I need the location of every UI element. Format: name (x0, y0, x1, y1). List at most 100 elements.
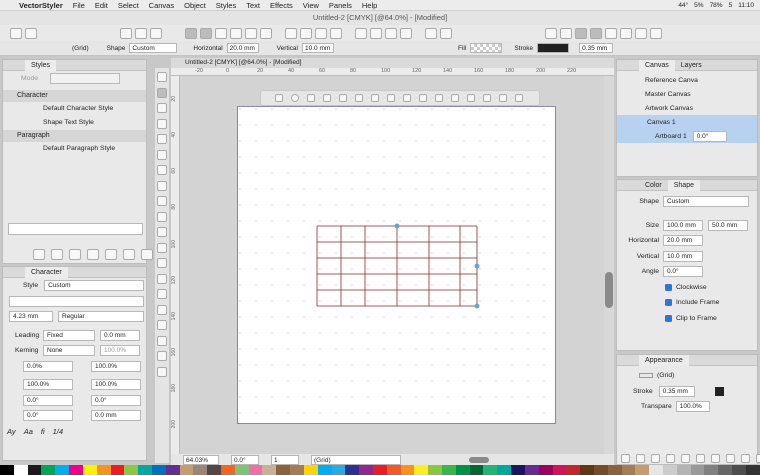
skew-input[interactable]: 0.0° (91, 394, 141, 406)
rotation-select[interactable]: 0.0° (231, 454, 259, 465)
color-swatch[interactable] (635, 465, 650, 475)
horizontal-input[interactable]: 20.0 mm (663, 235, 703, 247)
color-swatch[interactable] (317, 465, 332, 475)
color-swatch[interactable] (193, 465, 208, 475)
width-input[interactable]: 100.0 mm (663, 219, 703, 231)
menu-edit[interactable]: Edit (90, 1, 113, 10)
color-swatch[interactable] (497, 465, 512, 475)
color-swatch[interactable] (428, 465, 442, 475)
tool-button[interactable] (330, 27, 342, 39)
color-swatch[interactable] (359, 465, 373, 475)
style-action-button[interactable] (33, 249, 45, 260)
color-swatch[interactable] (566, 465, 581, 475)
color-swatch[interactable] (745, 465, 760, 475)
glyph-button[interactable]: Aa (24, 427, 33, 436)
style-action-button[interactable] (69, 249, 81, 260)
tool-button[interactable] (370, 27, 382, 39)
menu-styles[interactable]: Styles (211, 1, 241, 10)
cloud-shape-icon[interactable] (515, 94, 523, 102)
tool-button[interactable] (440, 27, 452, 39)
stroke-swatch[interactable] (537, 43, 570, 53)
style-action-button[interactable] (51, 249, 63, 260)
color-swatch[interactable] (221, 465, 235, 475)
vscale-input[interactable]: 100.0% (91, 360, 141, 372)
color-swatch[interactable] (593, 465, 608, 475)
font-size-input[interactable]: 4.23 mm (9, 311, 53, 323)
color-swatch[interactable] (649, 465, 663, 475)
node-tool-icon[interactable] (157, 87, 167, 98)
appearance-stroke-input[interactable]: 0.35 mm (658, 385, 695, 397)
color-swatch[interactable] (386, 465, 401, 475)
color-swatch[interactable] (290, 465, 304, 475)
canvas-tab[interactable]: Canvas (639, 59, 675, 71)
font-family-select[interactable] (9, 295, 144, 307)
vertical-input[interactable]: 10.0 mm (302, 43, 334, 53)
styles-search-input[interactable] (8, 223, 143, 235)
tool-button[interactable] (575, 27, 587, 39)
handle-right[interactable] (474, 263, 480, 269)
color-swatch[interactable] (262, 465, 277, 475)
fill-swatch[interactable] (470, 43, 503, 53)
layers-tab[interactable]: Layers (675, 60, 708, 71)
tool-button[interactable] (200, 27, 212, 39)
mode-select[interactable] (50, 73, 121, 85)
gradient-tool-icon[interactable] (157, 227, 167, 237)
color-swatch[interactable] (580, 465, 594, 475)
tool-button[interactable] (385, 27, 397, 39)
canvas-tree-row[interactable]: Artwork Canvas (617, 101, 757, 115)
color-swatch[interactable] (607, 465, 622, 475)
glyph-button[interactable]: fi (41, 427, 45, 436)
vscale2-input[interactable]: 100.0% (91, 379, 141, 391)
tool-button[interactable] (620, 27, 632, 39)
color-swatch[interactable] (690, 465, 705, 475)
color-swatch[interactable] (331, 465, 346, 475)
vertical-input[interactable]: 10.0 mm (663, 250, 703, 262)
color-swatch[interactable] (41, 465, 56, 475)
tool-button[interactable] (25, 27, 37, 39)
color-swatch[interactable] (718, 465, 733, 475)
leading-input[interactable]: 0.0 mm (100, 329, 140, 341)
style-item[interactable]: Default Character Style (3, 102, 146, 116)
color-swatch[interactable] (69, 465, 83, 475)
zoom-select[interactable]: 64.03% (183, 454, 219, 465)
angle-input[interactable]: 0.0° (663, 266, 703, 278)
color-tab[interactable]: Color (639, 180, 668, 191)
shape-select[interactable]: Custom (129, 43, 178, 53)
zoom-tool-icon[interactable] (157, 366, 167, 377)
blob-shape-icon[interactable] (499, 94, 507, 102)
gear-shape-icon[interactable] (387, 94, 395, 102)
tool-button[interactable] (230, 27, 242, 39)
scrollbar-thumb[interactable] (605, 272, 613, 308)
styles-tab[interactable]: Styles (25, 59, 57, 71)
blend-tool-icon[interactable] (157, 258, 167, 268)
brush-tool-icon[interactable] (157, 118, 167, 129)
clip-frame-row[interactable]: Clip to Frame (617, 311, 757, 327)
appearance-action-button[interactable] (621, 454, 630, 463)
appearance-action-button[interactable] (681, 454, 690, 463)
menu-view[interactable]: View (298, 1, 324, 10)
shape-type-select[interactable]: Custom (663, 196, 749, 208)
color-swatch[interactable] (13, 465, 28, 475)
handle-corner[interactable] (474, 303, 480, 309)
appearance-action-button[interactable] (741, 454, 750, 463)
menu-select[interactable]: Select (113, 1, 144, 10)
vertical-scrollbar[interactable] (604, 76, 614, 456)
rounded-shape-icon[interactable] (307, 94, 315, 102)
horizontal-input[interactable]: 20.0 mm (226, 43, 259, 53)
style-item[interactable]: Default Paragraph Style (3, 142, 146, 156)
star2-shape-icon[interactable] (371, 94, 379, 102)
shape-tool-icon[interactable] (157, 196, 167, 206)
appearance-object-row[interactable]: (Grid) (617, 368, 757, 384)
text-tool-icon[interactable] (157, 180, 167, 191)
grid-object[interactable] (310, 220, 485, 312)
color-swatch[interactable] (663, 465, 677, 475)
star-shape-icon[interactable] (355, 94, 363, 102)
color-swatch[interactable] (538, 465, 553, 475)
tool-button[interactable] (10, 27, 22, 39)
tool-button[interactable] (120, 27, 132, 39)
include-frame-checkbox[interactable] (665, 299, 672, 307)
color-swatch[interactable] (276, 465, 291, 475)
include-frame-row[interactable]: Include Frame (617, 295, 757, 311)
color-swatch[interactable] (179, 465, 194, 475)
color-swatch[interactable] (621, 465, 636, 475)
